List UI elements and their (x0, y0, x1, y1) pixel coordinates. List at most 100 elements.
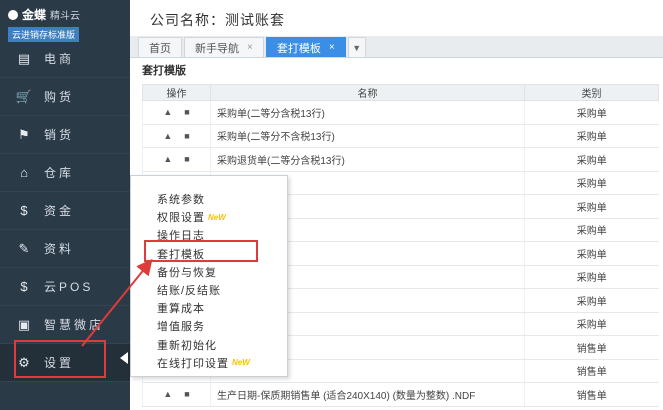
row-actions: ▲■ (142, 147, 211, 172)
delete-icon[interactable]: ■ (184, 107, 189, 117)
menu-item-label: 增值服务 (157, 321, 205, 334)
cart-icon: 🛒 (15, 88, 33, 104)
cell-category: 采购单 (524, 312, 659, 336)
pen-icon: ✎ (18, 240, 30, 256)
menu-item-9[interactable]: 在线打印设置 NeW (131, 354, 287, 372)
store-icon: ▤ (17, 50, 31, 66)
tab-0[interactable]: 首页 (138, 37, 182, 57)
sidebar-item-2[interactable]: ⚑ 销货 (0, 116, 130, 154)
table-row[interactable]: ▲ ■ 生产日期-保质期销售单 (适合240X140) (数量为整数) .NDF 销售… (142, 382, 659, 407)
brand-logo-icon (8, 9, 18, 20)
cell-name: 采购单(二等分含税13行) (210, 100, 525, 125)
table-row[interactable]: ▲ ■ 采购单(二等分含税13行) 采购单 (142, 100, 659, 125)
popup-pointer (120, 352, 128, 364)
pos-icon: $ (20, 279, 28, 294)
sidebar-item-0[interactable]: ▤ 电商 (0, 40, 130, 78)
sidebar-item-6[interactable]: $ 云POS (0, 268, 130, 306)
row-actions: ▲■ (142, 100, 211, 125)
tab-1[interactable]: 新手导航 × (184, 37, 264, 57)
cell-category: 销售单 (524, 335, 659, 360)
move-up-icon[interactable]: ▲ (163, 131, 172, 141)
column-header-ops: 操作 (142, 84, 211, 101)
settings-popup-menu: 系统参数 权限设置 NeW 操作日志 套打模板 备份与恢复 结账/反结账 重算成本 增值服务 重新… (130, 175, 288, 377)
move-up-icon[interactable]: ▲ (163, 154, 172, 164)
sidebar-item-4[interactable]: $ 资金 (0, 192, 130, 230)
cell-category: 采购单 (524, 100, 659, 125)
sales-icon: ⚑ (18, 126, 30, 142)
brand-name: 金蝶 (22, 8, 47, 22)
sidebar-item-label: 销货 (44, 128, 75, 142)
row-actions: ▲■ (142, 124, 211, 148)
cell-category: 采购单 (524, 147, 659, 172)
menu-item-label: 结账/反结账 (157, 285, 222, 298)
column-header-category: 类别 (524, 84, 659, 101)
new-badge: NeW (208, 212, 226, 222)
section-title: 套打模版 (142, 65, 186, 77)
cell-category: 采购单 (524, 194, 659, 219)
tab-label: 首页 (149, 42, 171, 55)
table-header-row: 操作 名称 类别 (142, 84, 659, 101)
sidebar-item-label: 智慧微店 (44, 318, 105, 332)
tab-label: 新手导航 (195, 42, 239, 55)
cell-category: 销售单 (524, 359, 659, 383)
row-actions: ▲■ (142, 382, 211, 407)
sidebar-item-label: 资料 (44, 242, 75, 256)
warehouse-icon: ⌂ (20, 165, 28, 180)
delete-icon[interactable]: ■ (184, 154, 189, 164)
move-up-icon[interactable]: ▲ (163, 107, 172, 117)
logo: 金蝶 精斗云 云进销存标准版 (0, 0, 130, 42)
page-title: 公司名称：测试账套 (130, 0, 663, 36)
table-row[interactable]: ▲ ■ 采购单(二等分不含税13行) 采购单 (142, 124, 659, 148)
chevron-down-icon[interactable]: ▼ (347, 37, 366, 57)
delete-icon[interactable]: ■ (184, 131, 189, 141)
sidebar-item-label: 购货 (44, 90, 75, 104)
menu-item-5[interactable]: 结账/反结账 (131, 281, 287, 299)
sidebar-item-3[interactable]: ⌂ 仓库 (0, 154, 130, 192)
sidebar-item-label: 资金 (44, 204, 75, 218)
table-row[interactable]: ▲ ■ 采购退货单(二等分含税13行) 采购单 (142, 147, 659, 172)
cell-category: 采购单 (524, 241, 659, 266)
new-badge: NeW (232, 358, 250, 368)
sidebar-item-5[interactable]: ✎ 资料 (0, 230, 130, 268)
sidebar-item-1[interactable]: 🛒 购货 (0, 78, 130, 116)
sidebar-item-label: 云POS (44, 280, 94, 294)
menu-item-label: 重算成本 (157, 303, 205, 316)
tab-bar: 首页 新手导航 × 套打模板 × ▼ (130, 36, 663, 58)
menu-item-0[interactable]: 系统参数 (131, 190, 287, 208)
cell-name: 采购单(二等分不含税13行) (210, 124, 525, 148)
sidebar-item-label: 电商 (44, 52, 75, 66)
menu-item-label: 重新初始化 (157, 339, 217, 352)
close-icon[interactable]: × (329, 42, 335, 53)
tab-2[interactable]: 套打模板 × (265, 37, 346, 57)
cell-category: 采购单 (524, 218, 659, 242)
delete-icon[interactable]: ■ (184, 389, 189, 399)
cell-name: 生产日期-保质期销售单 (适合240X140) (数量为整数) .NDF (210, 382, 525, 407)
cell-category: 采购单 (524, 124, 659, 148)
menu-item-label: 权限设置 (157, 212, 205, 225)
column-header-name: 名称 (210, 84, 525, 101)
tab-label: 套打模板 (276, 42, 321, 55)
menu-item-1[interactable]: 权限设置 NeW (131, 208, 287, 226)
menu-item-label: 备份与恢复 (157, 266, 217, 279)
cell-name: 采购退货单(二等分含税13行) (210, 147, 525, 172)
move-up-icon[interactable]: ▲ (163, 389, 172, 399)
sidebar-item-7[interactable]: ▣ 智慧微店 (0, 306, 130, 344)
close-icon[interactable]: × (247, 42, 253, 53)
shop-icon: ▣ (17, 316, 31, 332)
cell-category: 销售单 (524, 382, 659, 407)
menu-item-label: 系统参数 (157, 194, 205, 207)
menu-item-7[interactable]: 增值服务 (131, 317, 287, 335)
brand: 金蝶 精斗云 (8, 6, 122, 23)
menu-highlight-box (144, 240, 258, 262)
cell-category: 采购单 (524, 171, 659, 195)
edition-tag: 云进销存标准版 (8, 27, 80, 42)
cell-category: 采购单 (524, 288, 659, 313)
brand-sub: 精斗云 (50, 11, 81, 22)
menu-item-label: 在线打印设置 (157, 357, 229, 370)
menu-item-4[interactable]: 备份与恢复 (131, 263, 287, 281)
menu-item-8[interactable]: 重新初始化 (131, 336, 287, 354)
settings-highlight-box (14, 340, 106, 378)
cell-category: 采购单 (524, 265, 659, 289)
menu-item-6[interactable]: 重算成本 (131, 299, 287, 317)
money-icon: $ (20, 203, 28, 218)
